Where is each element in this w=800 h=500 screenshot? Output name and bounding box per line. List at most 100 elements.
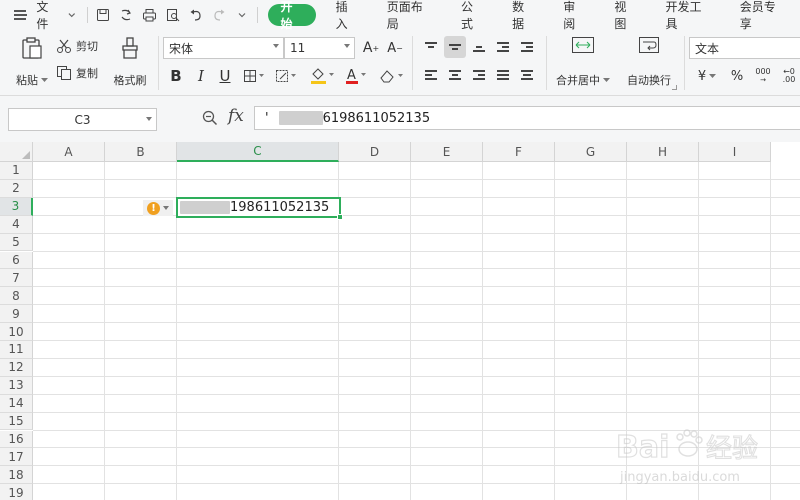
export-icon[interactable] [115, 0, 138, 30]
row-header-9[interactable]: 9 [0, 305, 33, 324]
clear-button[interactable] [376, 65, 406, 87]
row-header-4[interactable]: 4 [0, 215, 33, 234]
gridline-vertical [104, 162, 105, 500]
formula-input[interactable]: ' 6198611052135 [254, 106, 800, 130]
tab-developer[interactable]: 开发工具 [652, 0, 726, 31]
customize-toolbar-icon[interactable] [230, 0, 253, 30]
column-header-h[interactable]: H [627, 142, 699, 162]
align-middle-button[interactable] [444, 36, 466, 58]
row-header-16[interactable]: 16 [0, 430, 33, 449]
row-header-10[interactable]: 10 [0, 323, 33, 341]
paste-button[interactable]: 粘贴 [12, 36, 52, 90]
tab-data[interactable]: 数据 [498, 0, 549, 31]
save-icon[interactable] [92, 0, 115, 30]
row-header-6[interactable]: 6 [0, 251, 33, 270]
increase-font-size-button[interactable]: A + [360, 37, 382, 59]
function-icon[interactable]: fx [228, 106, 244, 126]
tab-review[interactable]: 审阅 [549, 0, 600, 31]
row-header-18[interactable]: 18 [0, 466, 33, 485]
align-bottom-button[interactable] [468, 36, 490, 58]
align-right-button[interactable] [468, 64, 490, 86]
redo-icon[interactable] [207, 0, 230, 30]
tab-view[interactable]: 视图 [600, 0, 651, 31]
column-header-f[interactable]: F [483, 142, 555, 162]
cell-style-button[interactable] [272, 65, 300, 87]
row-header-19[interactable]: 19 [0, 484, 33, 500]
fill-handle[interactable] [337, 214, 343, 220]
increase-decimal-button[interactable]: ←0.00 [778, 65, 800, 87]
justify-button[interactable] [492, 64, 514, 86]
eraser-icon [380, 70, 403, 83]
bold-button[interactable]: B [165, 65, 187, 87]
row-header-13[interactable]: 13 [0, 376, 33, 395]
error-warning-button[interactable]: ! [143, 200, 173, 216]
merge-center-button[interactable]: 合并居中 [553, 36, 613, 90]
tab-formulas[interactable]: 公式 [447, 0, 498, 31]
number-format-value: 文本 [695, 41, 720, 56]
undo-icon[interactable] [184, 0, 207, 30]
column-header-i[interactable]: I [699, 142, 771, 162]
tab-home[interactable]: 开始 [268, 0, 316, 31]
column-header-b[interactable]: B [105, 142, 177, 162]
formula-content: 6198611052135 [322, 110, 431, 126]
percent-button[interactable]: % [726, 65, 748, 87]
row-header-2[interactable]: 2 [0, 179, 33, 198]
underline-button[interactable]: U [214, 65, 236, 87]
warning-icon: ! [147, 201, 160, 215]
fill-color-button[interactable] [306, 65, 338, 87]
row-header-5[interactable]: 5 [0, 233, 33, 252]
align-top-button[interactable] [420, 36, 442, 58]
currency-button[interactable]: ¥ [692, 65, 722, 87]
borders-button[interactable] [240, 65, 268, 87]
column-header-d[interactable]: D [339, 142, 411, 162]
formula-prefix: ' [265, 110, 269, 126]
decrease-indent-button[interactable] [492, 36, 514, 58]
file-menu[interactable]: 文件 [0, 0, 83, 31]
row-header-3[interactable]: 3 [0, 197, 33, 216]
tab-insert[interactable]: 插入 [322, 0, 373, 31]
print-icon[interactable] [138, 0, 161, 30]
format-painter-button[interactable]: 格式刷 [110, 36, 150, 90]
increase-indent-button[interactable] [516, 36, 538, 58]
row-header-14[interactable]: 14 [0, 394, 33, 413]
thousands-separator-button[interactable]: 000 → [752, 65, 774, 87]
chevron-down-icon [68, 13, 76, 18]
row-header-11[interactable]: 11 [0, 341, 33, 359]
print-preview-icon[interactable] [161, 0, 184, 30]
distributed-align-button[interactable] [516, 64, 538, 86]
align-left-button[interactable] [420, 64, 442, 86]
wrap-text-button[interactable]: 自动换行 [622, 36, 676, 90]
row-header-7[interactable]: 7 [0, 269, 33, 288]
column-header-e[interactable]: E [411, 142, 483, 162]
zoom-icon[interactable] [202, 110, 218, 126]
row-header-17[interactable]: 17 [0, 448, 33, 467]
font-size-select[interactable]: 11 [284, 37, 355, 59]
gridline-horizontal [33, 393, 800, 395]
font-name-select[interactable]: 宋体 [163, 37, 284, 59]
active-cell-c3[interactable]: 198611052135 [176, 197, 341, 218]
copy-button[interactable]: 复制 [56, 65, 98, 81]
italic-button[interactable]: I [190, 65, 212, 87]
row-header-12[interactable]: 12 [0, 358, 33, 377]
ribbon: 粘贴 剪切 复制 格式刷 宋体 11 A + A − B I U A 合并居中 … [0, 30, 800, 96]
font-color-button[interactable]: A [342, 65, 370, 87]
row-header-15[interactable]: 15 [0, 412, 33, 431]
tab-member[interactable]: 会员专享 [726, 0, 800, 31]
tab-page-layout[interactable]: 页面布局 [373, 0, 447, 31]
cell-reference: C3 [74, 112, 91, 127]
row-header-8[interactable]: 8 [0, 287, 33, 306]
dialog-launcher-icon[interactable] [672, 85, 677, 90]
name-box[interactable]: C3 [8, 108, 157, 131]
number-format-select[interactable]: 文本 [689, 37, 800, 59]
column-header-g[interactable]: G [555, 142, 627, 162]
select-all-corner[interactable] [0, 142, 33, 162]
gridline-horizontal [33, 375, 800, 377]
column-header-a[interactable]: A [33, 142, 105, 162]
align-center-button[interactable] [444, 64, 466, 86]
gridline-vertical [482, 162, 483, 500]
column-header-c[interactable]: C [177, 142, 339, 162]
copy-label: 复制 [76, 67, 98, 80]
row-header-1[interactable]: 1 [0, 162, 33, 180]
cut-button[interactable]: 剪切 [56, 38, 98, 54]
decrease-font-size-button[interactable]: A − [384, 37, 406, 59]
